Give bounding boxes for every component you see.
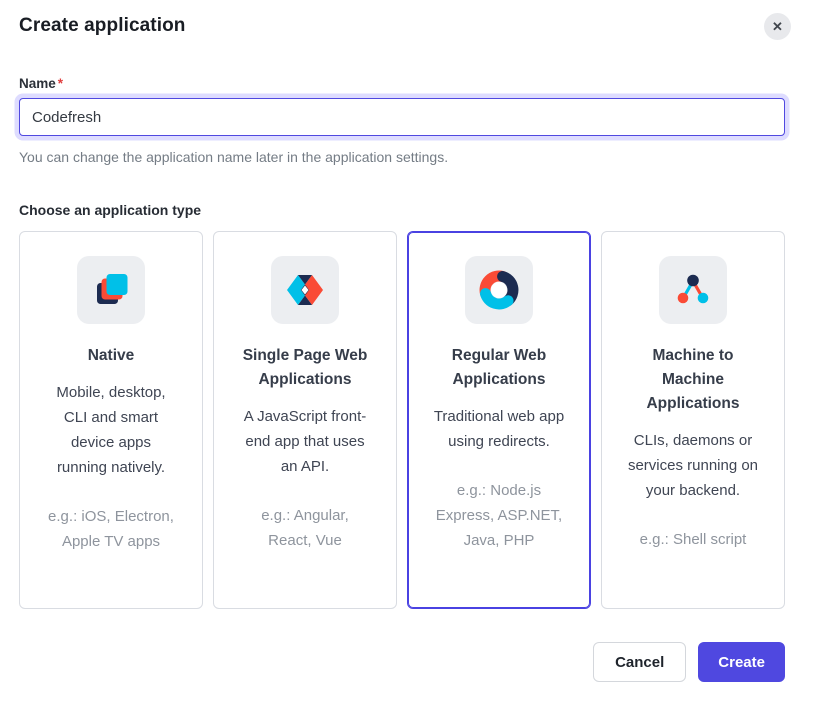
network-nodes-icon: [659, 256, 727, 324]
card-description: A JavaScript front-end app that uses an …: [238, 404, 372, 479]
name-field-label: Name*: [19, 76, 785, 91]
card-description: Traditional web app using redirects.: [432, 404, 566, 454]
card-examples: e.g.: Angular, React, Vue: [238, 503, 372, 553]
application-type-grid: Native Mobile, desktop, CLI and smart de…: [19, 231, 785, 609]
create-button[interactable]: Create: [698, 642, 785, 682]
dialog-footer: Cancel Create: [19, 642, 785, 682]
card-title: Single Page Web Applications: [238, 344, 372, 392]
card-examples: e.g.: Node.js Express, ASP.NET, Java, PH…: [432, 478, 566, 553]
name-helper-text: You can change the application name late…: [19, 149, 785, 165]
donut-swirl-icon: [465, 256, 533, 324]
card-regular-web[interactable]: Regular Web Applications Traditional web…: [407, 231, 591, 609]
card-description: Mobile, desktop, CLI and smart device ap…: [44, 380, 178, 480]
gem-hexagon-icon: [271, 256, 339, 324]
card-single-page-web[interactable]: Single Page Web Applications A JavaScrip…: [213, 231, 397, 609]
card-examples: e.g.: Shell script: [626, 527, 760, 552]
card-title: Native: [44, 344, 178, 368]
card-examples: e.g.: iOS, Electron, Apple TV apps: [44, 504, 178, 554]
name-label-text: Name: [19, 76, 56, 91]
dialog-title: Create application: [19, 15, 186, 37]
dialog-header: Create application ✕: [19, 15, 785, 37]
card-title: Machine to Machine Applications: [626, 344, 760, 416]
card-native[interactable]: Native Mobile, desktop, CLI and smart de…: [19, 231, 203, 609]
close-button[interactable]: ✕: [764, 13, 791, 40]
application-type-label: Choose an application type: [19, 202, 785, 218]
cancel-button[interactable]: Cancel: [593, 642, 686, 682]
close-icon: ✕: [772, 20, 783, 33]
required-asterisk: *: [58, 76, 63, 91]
application-name-input[interactable]: [19, 98, 785, 136]
card-title: Regular Web Applications: [432, 344, 566, 392]
stacked-squares-icon: [77, 256, 145, 324]
card-machine-to-machine[interactable]: Machine to Machine Applications CLIs, da…: [601, 231, 785, 609]
card-description: CLIs, daemons or services running on you…: [626, 428, 760, 503]
